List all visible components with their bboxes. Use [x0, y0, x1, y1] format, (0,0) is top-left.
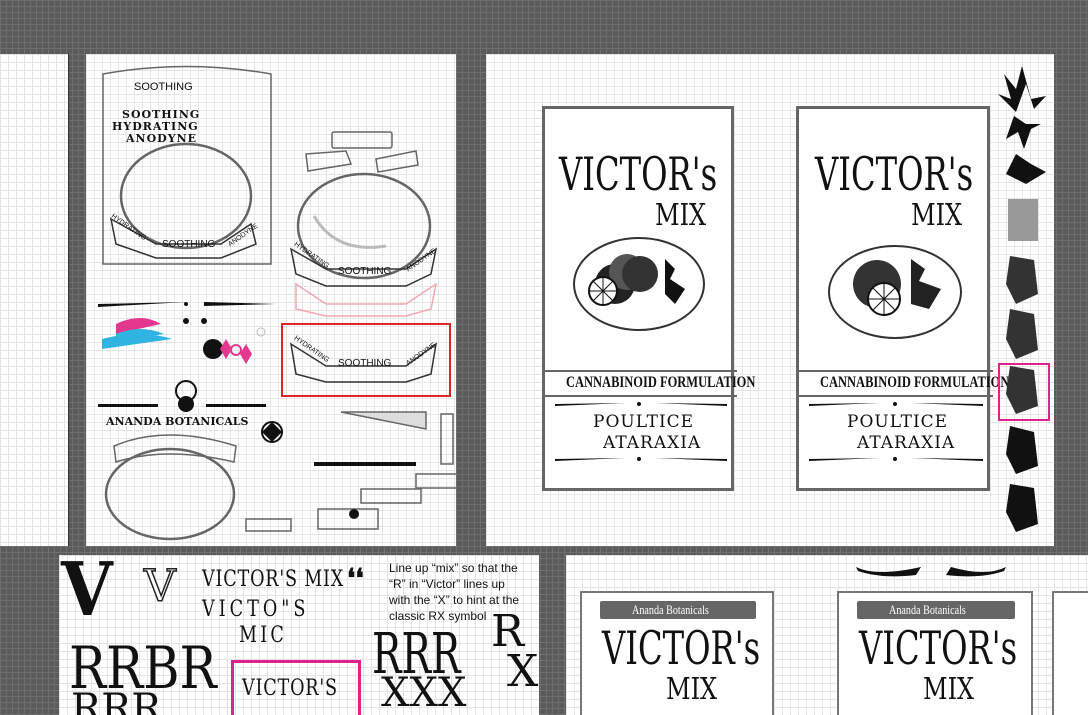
- cannabis-leaf-icon: [998, 66, 1046, 112]
- big-v-letter: V: [61, 555, 113, 633]
- cannabis-leaf-icon-2: [1006, 116, 1041, 149]
- leaf-strip: [998, 66, 1046, 532]
- stacked-word-2: HYDRATING: [112, 120, 199, 133]
- trial-line-1: VICTOR'S MIX: [202, 567, 345, 592]
- selected-snippet-text: VICTOR'S: [242, 676, 338, 701]
- final-label-2[interactable]: Ananda Botanicals VICTOR's MIX: [837, 591, 1033, 715]
- x-letter-row: XXX: [381, 670, 467, 715]
- trial-line-2: VICTO"S: [202, 597, 310, 622]
- artboard-finals[interactable]: Ananda Botanicals VICTOR's MIX Ananda Bo…: [566, 555, 1088, 715]
- oval-title-text: SOOTHING: [134, 81, 193, 93]
- trial-line-3: MIC: [239, 623, 288, 648]
- final-header-text-1: Ananda Botanicals: [632, 602, 709, 617]
- banner2-center-text: SOOTHING: [338, 266, 392, 277]
- stacked-word-3: ANODYNE: [126, 132, 198, 145]
- selected-leaf-frame[interactable]: [998, 363, 1050, 421]
- stacked-word-1: SOOTHING: [122, 108, 201, 121]
- final-victors-2: VICTOR's: [859, 621, 1018, 675]
- final-victors-1: VICTOR's: [602, 621, 761, 675]
- final-header-2: Ananda Botanicals: [857, 601, 1015, 619]
- final-header-1: Ananda Botanicals: [600, 601, 756, 619]
- outline-v-letter: V: [143, 561, 176, 612]
- final-label-1[interactable]: Ananda Botanicals VICTOR's MIX: [580, 591, 774, 715]
- artboard-labels[interactable]: VICTOR's MIX CANNABINOID FORMULATION POU…: [486, 54, 1054, 546]
- final-mix-1: MIX: [666, 672, 718, 707]
- final-mix-2: MIX: [923, 672, 975, 707]
- selected-banner-frame[interactable]: [281, 323, 451, 397]
- final-label-3[interactable]: [1052, 591, 1088, 715]
- artboard-lettering[interactable]: V V VICTOR'S MIX VICTO"S MIC RRBR RRR ❛❛…: [59, 555, 539, 715]
- brand-text: ANANDA BOTANICALS: [106, 415, 249, 428]
- artboard-offscreen-left[interactable]: [0, 54, 69, 546]
- quote-glyphs: ❛❛: [347, 563, 364, 593]
- final-header-text-2: Ananda Botanicals: [889, 602, 966, 617]
- r-letter-row-2: RRR: [71, 686, 162, 715]
- rx-x-letter: X: [507, 646, 539, 697]
- artboard-sketches[interactable]: SOOTHING SOOTHING HYDRATING ANODYNE HYDR…: [86, 54, 456, 546]
- banner-center-text: SOOTHING: [162, 239, 216, 250]
